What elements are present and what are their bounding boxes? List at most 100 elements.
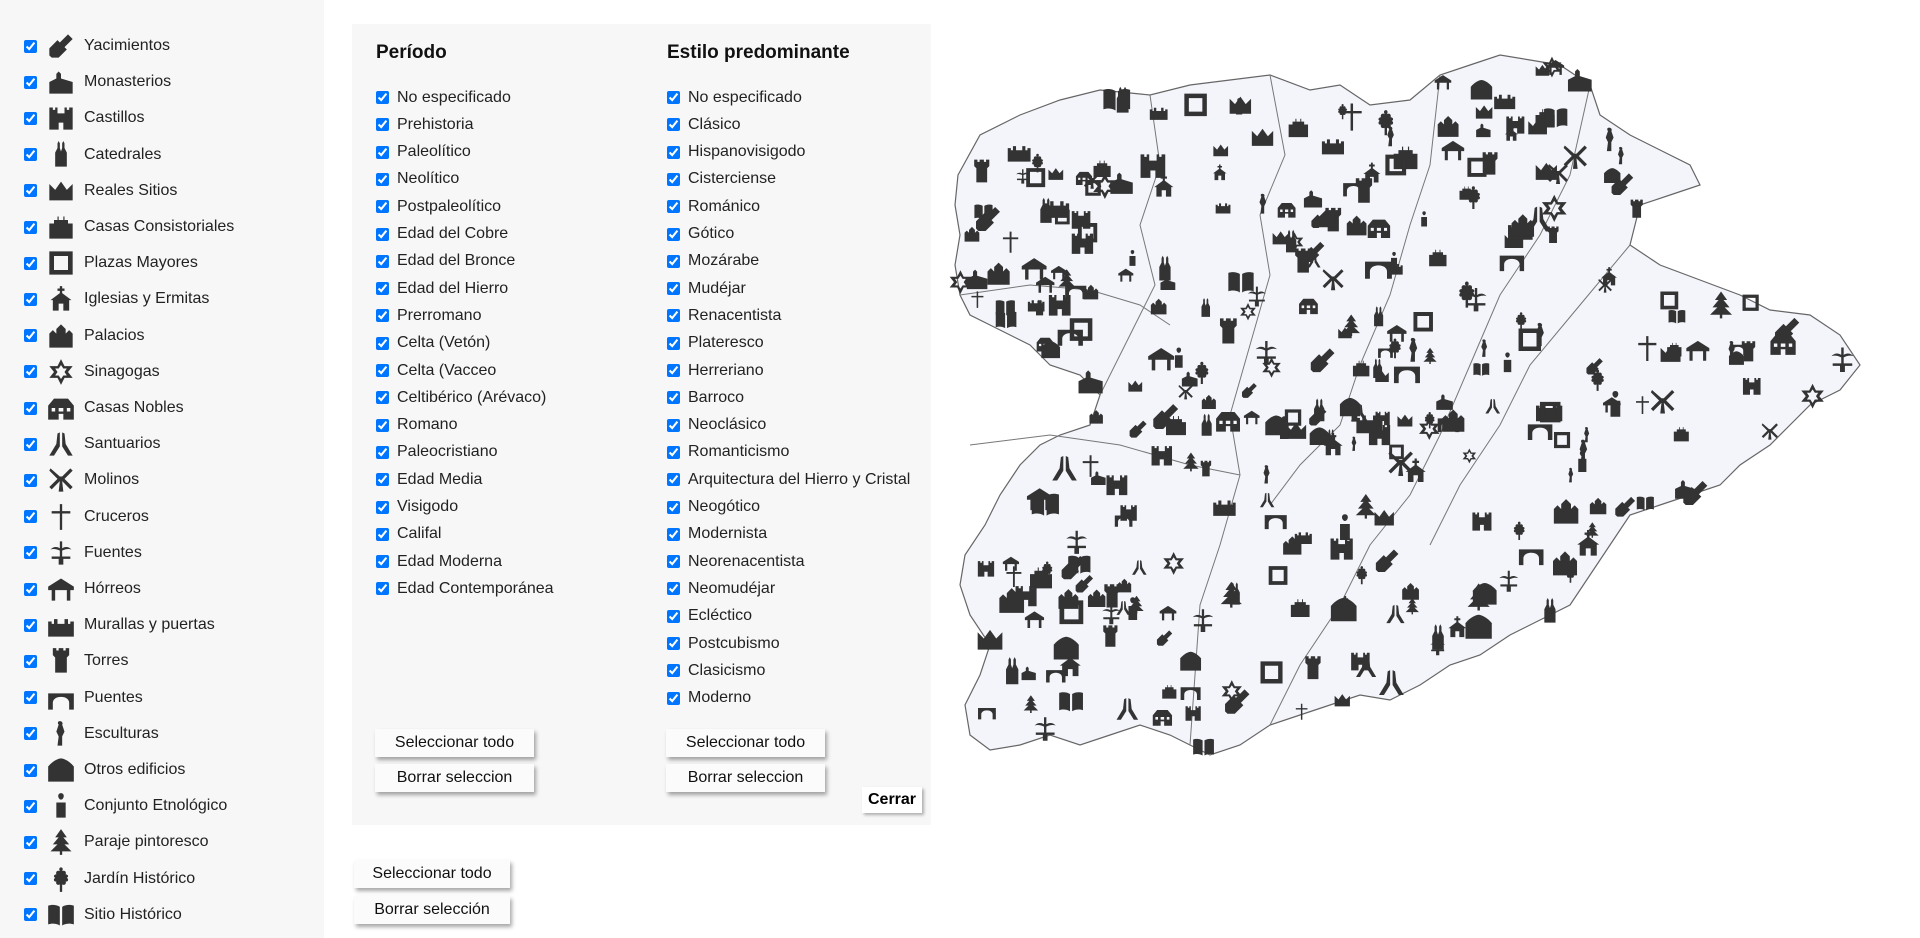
periodo-clear-button[interactable]: Borrar seleccion [375,764,534,792]
category-item-24[interactable]: Jardín Histórico [22,863,195,895]
category-checkbox[interactable] [24,401,37,415]
category-checkbox[interactable] [24,727,37,741]
estilo-option[interactable]: Neomudéjar [667,575,775,602]
periodo-option-checkbox[interactable] [376,336,389,350]
map-marker[interactable] [1219,318,1237,344]
estilo-clear-button[interactable]: Borrar seleccion [666,764,825,792]
category-item-6[interactable]: Casas Consistoriales [22,211,234,243]
estilo-option-checkbox[interactable] [667,500,680,514]
periodo-option[interactable]: Edad Media [376,466,482,493]
estilo-option-checkbox[interactable] [667,555,680,569]
category-checkbox[interactable] [24,582,37,596]
estilo-option[interactable]: Herreriano [667,357,764,384]
estilo-option-checkbox[interactable] [667,582,680,596]
periodo-option-checkbox[interactable] [376,254,389,268]
periodo-option[interactable]: Visigodo [376,494,458,521]
periodo-option[interactable]: Paleocristiano [376,439,498,466]
category-checkbox[interactable] [24,256,37,270]
estilo-option-checkbox[interactable] [667,336,680,350]
estilo-option-checkbox[interactable] [667,227,680,241]
periodo-option[interactable]: Edad Moderna [376,548,502,575]
estilo-option-checkbox[interactable] [667,609,680,623]
map-marker[interactable] [1200,460,1212,477]
category-item-21[interactable]: Otros edificios [22,754,185,786]
estilo-option-checkbox[interactable] [667,200,680,214]
estilo-option-checkbox[interactable] [667,637,680,650]
category-item-25[interactable]: Sitio Histórico [22,899,182,931]
estilo-option[interactable]: Romanticismo [667,439,789,466]
estilo-option-checkbox[interactable] [667,172,680,186]
periodo-option[interactable]: Postpaleolítico [376,193,501,220]
category-checkbox[interactable] [24,763,37,777]
estilo-option[interactable]: Clásico [667,111,740,138]
estilo-option-checkbox[interactable] [667,527,680,541]
category-checkbox[interactable] [24,691,37,705]
category-checkbox[interactable] [24,329,37,343]
estilo-option-checkbox[interactable] [667,664,680,678]
estilo-option[interactable]: Mudéjar [667,275,746,302]
category-checkbox[interactable] [24,799,37,813]
map-marker[interactable] [1103,625,1118,647]
estilo-option[interactable]: Moderno [667,685,751,712]
category-item-20[interactable]: Esculturas [22,718,159,750]
estilo-option[interactable]: Neoclásico [667,412,766,439]
estilo-option[interactable]: Ecléctico [667,603,752,630]
periodo-option[interactable]: Paleolítico [376,139,471,166]
category-item-7[interactable]: Plazas Mayores [22,247,198,279]
periodo-option-checkbox[interactable] [376,473,389,487]
periodo-option-checkbox[interactable] [376,418,389,432]
periodo-option[interactable]: Celta (Vetón) [376,330,490,357]
map-marker[interactable] [1305,656,1321,680]
estilo-option[interactable]: Mozárabe [667,248,759,275]
estilo-option[interactable]: Románico [667,193,760,220]
category-checkbox[interactable] [24,872,37,886]
periodo-option-checkbox[interactable] [376,582,389,596]
category-checkbox[interactable] [24,654,37,668]
estilo-option[interactable]: Neorenacentista [667,548,805,575]
periodo-option-checkbox[interactable] [376,172,389,186]
category-item-9[interactable]: Palacios [22,320,144,352]
category-item-5[interactable]: Reales Sitios [22,175,177,207]
periodo-option[interactable]: Prehistoria [376,111,473,138]
estilo-option[interactable]: Gótico [667,221,734,248]
estilo-option-checkbox[interactable] [667,364,680,377]
category-item-1[interactable]: Yacimientos [22,30,170,62]
periodo-option[interactable]: Celtibérico (Arévaco) [376,384,546,411]
estilo-select-all-button[interactable]: Seleccionar todo [666,729,825,757]
periodo-option-checkbox[interactable] [376,555,389,569]
periodo-option-checkbox[interactable] [376,227,389,241]
category-checkbox[interactable] [24,75,37,89]
category-item-4[interactable]: Catedrales [22,139,161,171]
category-item-8[interactable]: Iglesias y Ermitas [22,283,209,315]
map-marker[interactable] [974,159,990,183]
periodo-option[interactable]: Neolítico [376,166,459,193]
estilo-option[interactable]: Barroco [667,384,744,411]
estilo-option[interactable]: Cisterciense [667,166,776,193]
periodo-option[interactable]: Romano [376,412,457,439]
category-checkbox[interactable] [24,437,37,451]
estilo-option[interactable]: Postcubismo [667,630,780,657]
map-marker[interactable] [1547,226,1559,244]
estilo-option[interactable]: Arquitectura del Hierro y Cristal [667,466,910,493]
category-item-11[interactable]: Casas Nobles [22,392,184,424]
periodo-option-checkbox[interactable] [376,364,389,377]
estilo-option[interactable]: Hispanovisigodo [667,139,805,166]
periodo-option-checkbox[interactable] [376,527,389,541]
category-checkbox[interactable] [24,510,37,524]
periodo-option-checkbox[interactable] [376,118,389,132]
periodo-option-checkbox[interactable] [376,445,389,459]
category-checkbox[interactable] [24,618,37,632]
category-item-16[interactable]: Hórreos [22,573,141,605]
category-item-14[interactable]: Cruceros [22,501,149,533]
periodo-option-checkbox[interactable] [376,91,389,104]
estilo-option-checkbox[interactable] [667,254,680,268]
category-checkbox[interactable] [24,365,37,379]
category-checkbox[interactable] [24,292,37,306]
periodo-option-checkbox[interactable] [376,500,389,514]
estilo-option[interactable]: Clasicismo [667,657,765,684]
estilo-option-checkbox[interactable] [667,391,680,405]
estilo-option-checkbox[interactable] [667,418,680,432]
category-item-12[interactable]: Santuarios [22,428,161,460]
estilo-option-checkbox[interactable] [667,282,680,296]
periodo-option-checkbox[interactable] [376,200,389,214]
